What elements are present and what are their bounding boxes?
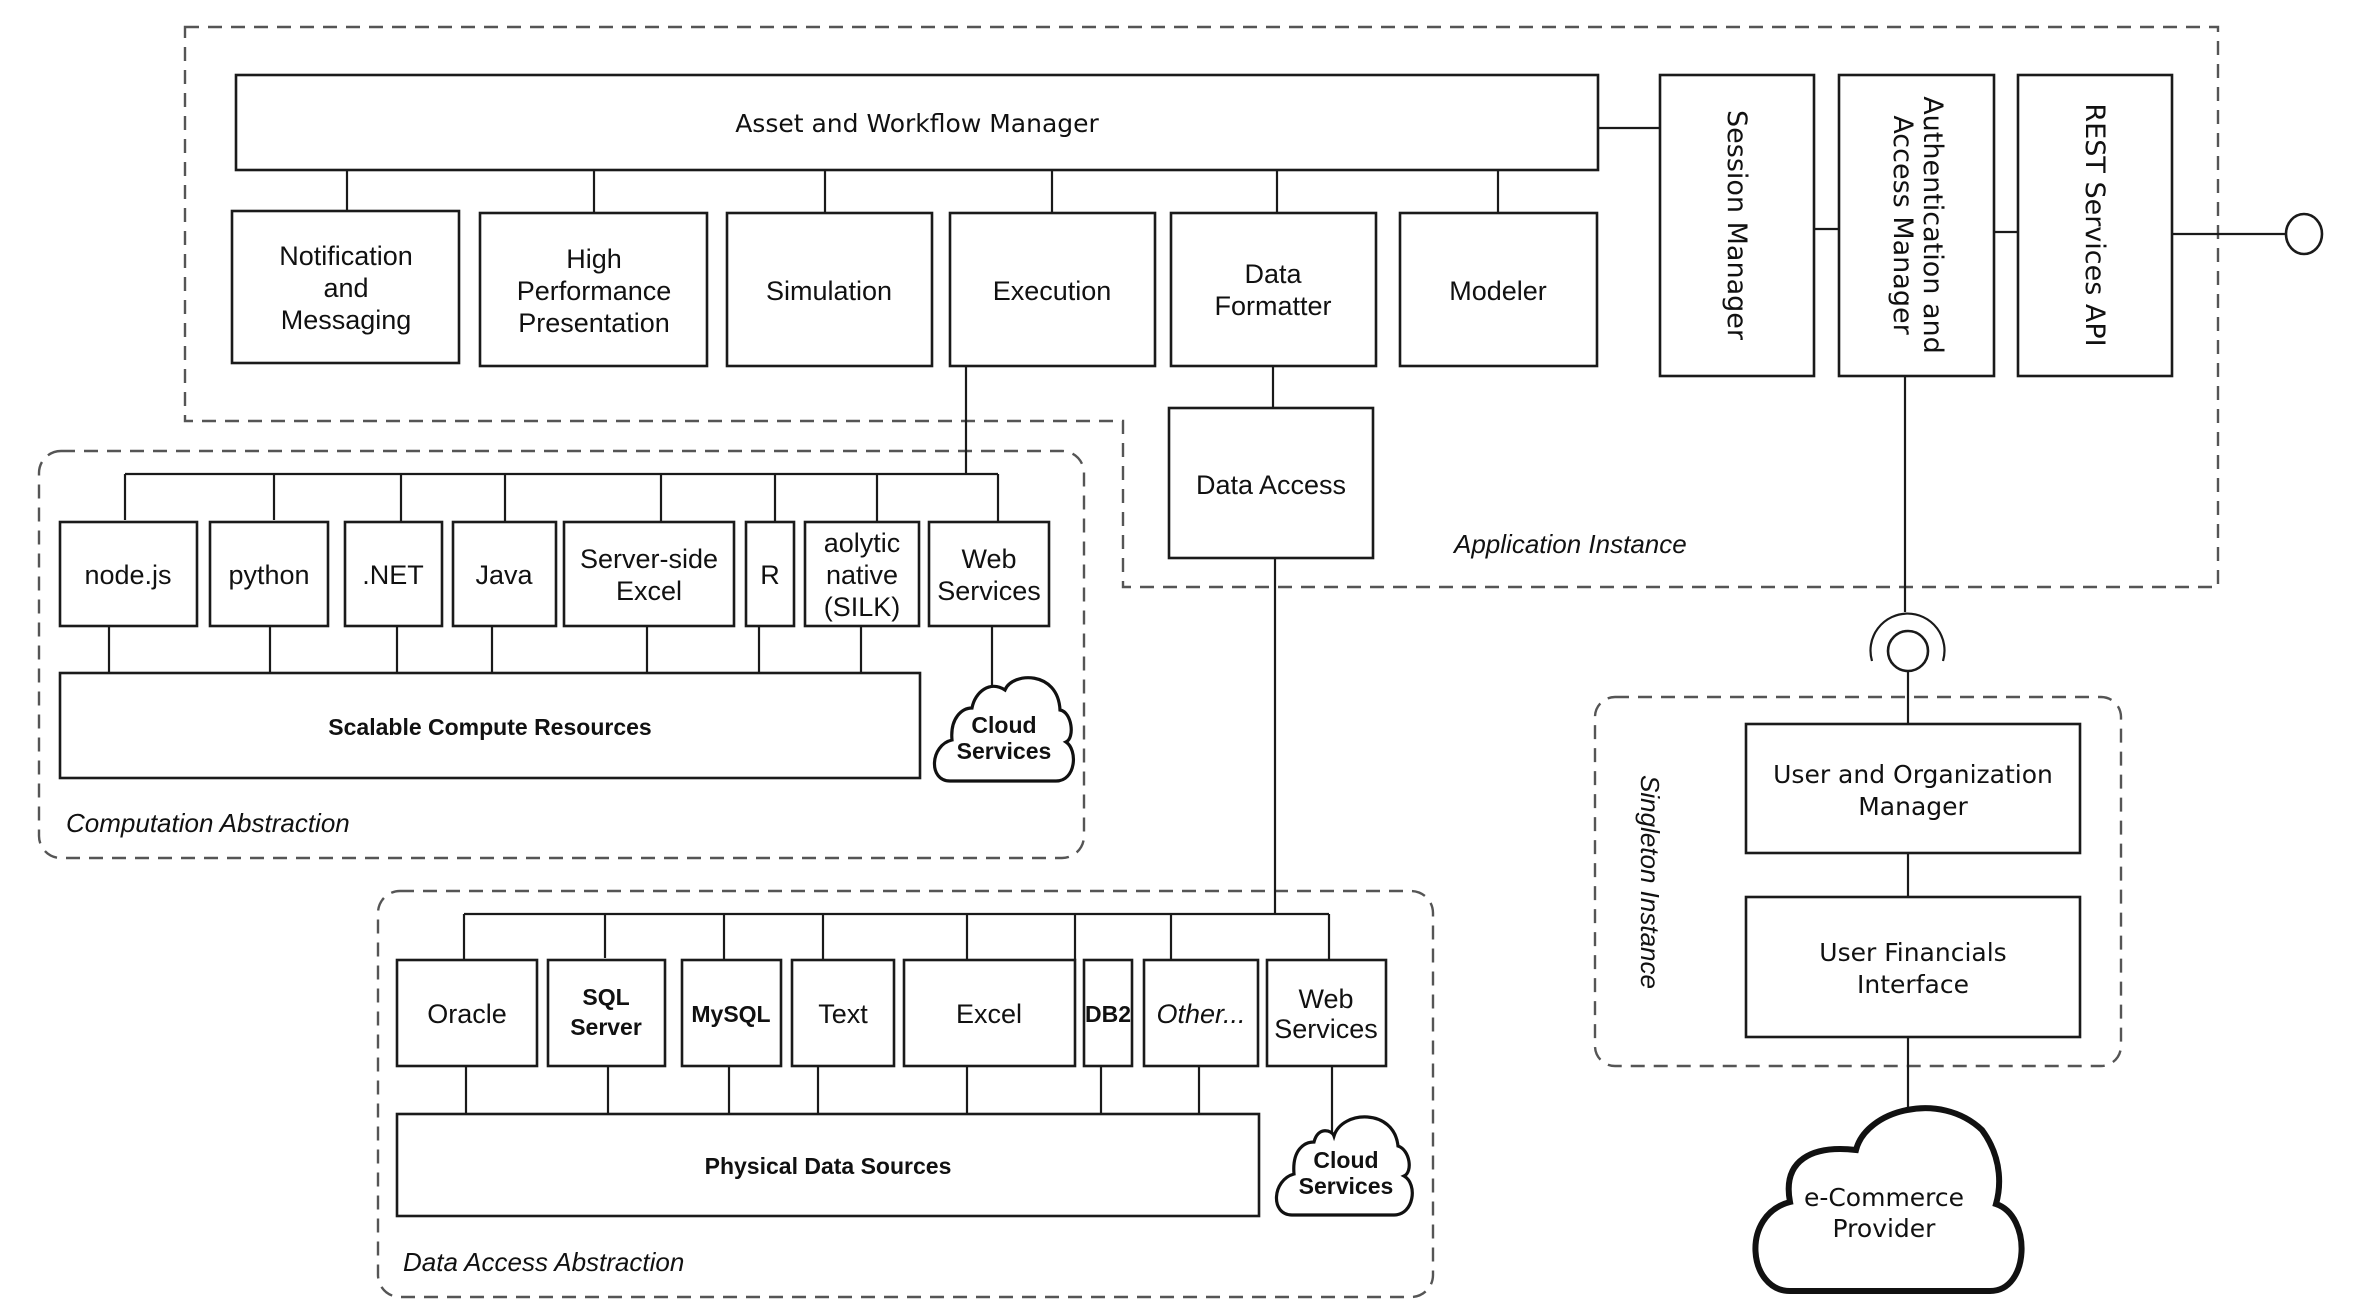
engine-java-label: Java: [475, 560, 533, 590]
source-web-services: Web Services: [1265, 958, 1388, 1068]
module-hpp-line1: High: [566, 244, 622, 274]
session-manager: Session Manager: [1658, 73, 1816, 378]
source-mysql: MySQL: [680, 958, 783, 1068]
user-organization-manager: User and Organization Manager: [1744, 722, 2082, 855]
engine-aolytic-line2: native: [826, 560, 898, 590]
module-hpp-line2: Performance: [517, 276, 672, 306]
module-notification: Notification and Messaging: [230, 209, 461, 365]
asset-workflow-manager-label: Asset and Workflow Manager: [735, 109, 1099, 138]
engine-nodejs-label: node.js: [84, 560, 171, 590]
source-db2-label: DB2: [1085, 1001, 1131, 1027]
source-web-services-line1: Web: [1298, 984, 1353, 1014]
source-other: Other...: [1142, 958, 1260, 1068]
session-manager-label: Session Manager: [1721, 110, 1752, 341]
engines-to-resources-connectors: [107, 626, 863, 673]
ecommerce-line2: Provider: [1833, 1214, 1937, 1243]
singleton-instance-label: Singleton Instance: [1635, 775, 1665, 989]
engine-r: R: [744, 520, 796, 628]
data-access-abstraction-boundary: [376, 889, 1435, 1299]
module-high-performance-presentation: High Performance Presentation: [478, 211, 709, 368]
engine-excel-line2: Excel: [616, 576, 682, 606]
scalable-compute-resources: Scalable Compute Resources: [58, 671, 922, 780]
user-financials-line1: User Financials: [1819, 938, 2006, 967]
provided-interface-icon: [2284, 212, 2324, 256]
data-cloud-line1: Cloud: [1313, 1147, 1378, 1173]
module-notification-line2: and: [323, 273, 368, 303]
source-other-label: Other...: [1156, 999, 1245, 1029]
computation-abstraction-boundary: [37, 449, 1086, 860]
module-execution-label: Execution: [993, 276, 1112, 306]
user-org-line2: Manager: [1858, 792, 1968, 821]
module-execution: Execution: [948, 211, 1157, 368]
ecommerce-provider-cloud-icon: e-Commerce Provider: [1752, 1105, 2025, 1294]
data-cloud-line2: Services: [1299, 1173, 1394, 1199]
module-simulation-label: Simulation: [766, 276, 892, 306]
engine-java: Java: [451, 520, 558, 628]
data-access-label: Data Access: [1196, 470, 1346, 500]
compute-cloud-services-icon: Cloud Services: [932, 676, 1075, 783]
source-oracle-label: Oracle: [427, 999, 507, 1029]
compute-cloud-line2: Services: [957, 738, 1052, 764]
sources-to-physical-connectors: [464, 1066, 1201, 1114]
rest-services-api-label: REST Services API: [2079, 103, 2110, 346]
user-org-line1: User and Organization: [1773, 760, 2053, 789]
module-notification-line1: Notification: [279, 241, 413, 271]
execution-to-engines-bus: [123, 366, 1000, 522]
module-simulation: Simulation: [725, 211, 934, 368]
authentication-access-manager: Authentication and Access Manager: [1837, 73, 1996, 378]
data-access-abstraction-label: Data Access Abstraction: [403, 1247, 684, 1277]
auth-manager-line1: Authentication and: [1917, 96, 1948, 354]
architecture-diagram: Application Instance Asset and Workflow …: [37, 25, 2324, 1299]
module-data-formatter-line1: Data: [1244, 259, 1302, 289]
physical-data-sources: Physical Data Sources: [395, 1112, 1261, 1218]
engine-dotnet-label: .NET: [362, 560, 424, 590]
source-text: Text: [790, 958, 896, 1068]
source-mysql-label: MySQL: [691, 1001, 770, 1027]
engine-excel-line1: Server-side: [580, 544, 718, 574]
module-modeler: Modeler: [1398, 211, 1599, 368]
user-financials-line2: Interface: [1857, 970, 1969, 999]
engine-python: python: [208, 520, 330, 628]
source-excel: Excel: [902, 958, 1077, 1068]
module-modeler-label: Modeler: [1449, 276, 1547, 306]
source-sql-server: SQL Server: [546, 958, 667, 1068]
source-web-services-line2: Services: [1274, 1014, 1378, 1044]
engine-python-label: python: [228, 560, 309, 590]
data-access: Data Access: [1167, 406, 1375, 560]
source-db2: DB2: [1082, 958, 1134, 1068]
module-data-formatter: Data Formatter: [1169, 211, 1378, 368]
engine-aolytic-native: aolytic native (SILK): [803, 520, 921, 628]
scalable-compute-resources-label: Scalable Compute Resources: [328, 714, 651, 740]
source-text-label: Text: [818, 999, 868, 1029]
source-oracle: Oracle: [395, 958, 539, 1068]
ecommerce-line1: e-Commerce: [1804, 1183, 1964, 1212]
interface-ball-icon: [1886, 629, 1930, 673]
engine-nodejs: node.js: [58, 520, 199, 628]
engine-aolytic-line3: (SILK): [824, 592, 901, 622]
module-hpp-line3: Presentation: [518, 308, 670, 338]
physical-data-sources-label: Physical Data Sources: [705, 1153, 952, 1179]
source-sql-line1: SQL: [582, 984, 629, 1010]
user-financials-interface: User Financials Interface: [1744, 895, 2082, 1039]
engine-aolytic-line1: aolytic: [824, 528, 901, 558]
engine-r-label: R: [760, 560, 780, 590]
source-excel-label: Excel: [956, 999, 1022, 1029]
engine-dotnet: .NET: [343, 520, 444, 628]
data-cloud-services-icon: Cloud Services: [1274, 1115, 1414, 1217]
source-sql-line2: Server: [570, 1014, 642, 1040]
module-notification-line3: Messaging: [281, 305, 412, 335]
computation-abstraction-label: Computation Abstraction: [66, 808, 350, 838]
compute-cloud-line1: Cloud: [971, 712, 1036, 738]
application-instance-label: Application Instance: [1452, 529, 1687, 559]
engine-web-services-line2: Services: [937, 576, 1041, 606]
module-data-formatter-line2: Formatter: [1214, 291, 1331, 321]
auth-manager-line2: Access Manager: [1887, 115, 1918, 335]
engine-server-side-excel: Server-side Excel: [562, 520, 736, 628]
asset-module-connectors: [345, 170, 1500, 213]
rest-services-api: REST Services API: [2016, 73, 2174, 378]
engine-web-services-line1: Web: [961, 544, 1016, 574]
engine-web-services: Web Services: [927, 520, 1051, 628]
